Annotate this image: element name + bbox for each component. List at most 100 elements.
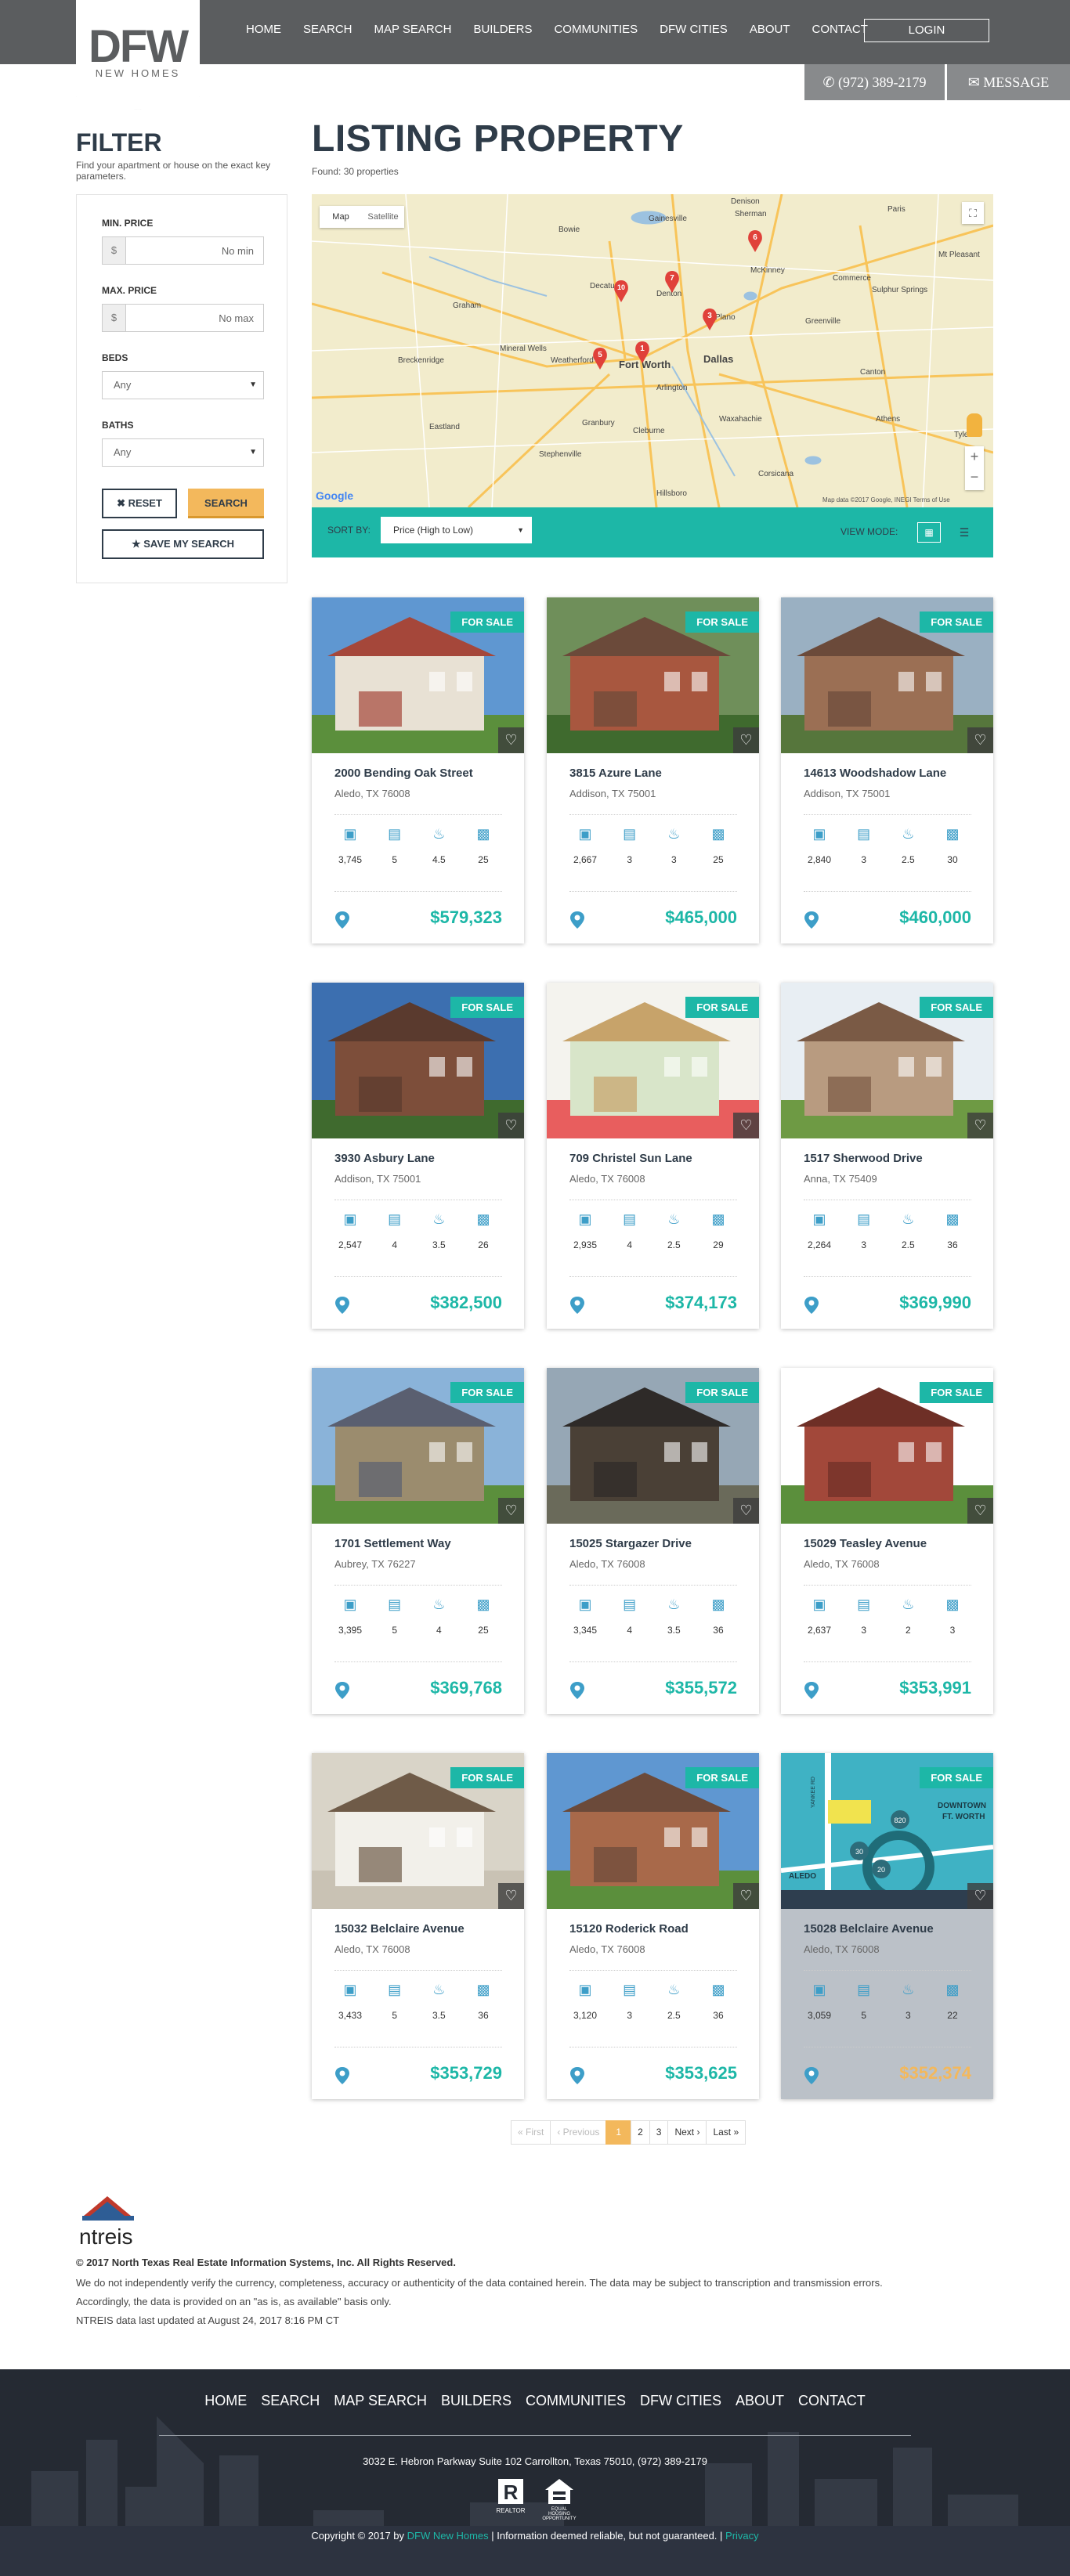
property-card[interactable]: 820 20 30 DOWNTOWN FT. WORTH ALEDO YANKE… xyxy=(781,1753,993,2099)
message-button[interactable]: ✉ MESSAGE xyxy=(947,64,1070,100)
site-logo[interactable]: DFW NEW HOMES xyxy=(76,0,200,110)
baths-select[interactable]: Any ▼ xyxy=(102,438,264,467)
zoom-in-icon[interactable]: + xyxy=(965,446,984,467)
map-pin-icon[interactable] xyxy=(569,2066,585,2085)
page-last[interactable]: Last » xyxy=(706,2120,746,2145)
property-address[interactable]: 15032 Belclaire Avenue xyxy=(334,1922,465,1936)
map-pin-icon[interactable] xyxy=(334,1681,350,1700)
property-card[interactable]: FOR SALE ♡ 709 Christel Sun Lane Aledo, TX … xyxy=(547,983,759,1329)
map-pin-icon[interactable] xyxy=(334,1296,350,1315)
privacy-link[interactable]: Privacy xyxy=(725,2530,759,2542)
heart-icon[interactable]: ♡ xyxy=(498,727,524,753)
map-pin-icon[interactable] xyxy=(334,911,350,929)
property-address[interactable]: 3815 Azure Lane xyxy=(569,767,662,780)
map-credit[interactable]: Map data ©2017 Google, INEGI Terms of Us… xyxy=(822,496,950,503)
map-city: Arlington xyxy=(656,384,687,392)
property-address[interactable]: 1517 Sherwood Drive xyxy=(804,1152,923,1165)
map-pin-icon[interactable] xyxy=(804,1296,819,1315)
heart-icon[interactable]: ♡ xyxy=(733,1883,759,1909)
property-card[interactable]: FOR SALE ♡ 2000 Bending Oak Street Aledo, T… xyxy=(312,597,524,943)
zoom-control[interactable]: + − xyxy=(965,446,984,490)
heart-icon[interactable]: ♡ xyxy=(498,1113,524,1138)
property-address[interactable]: 15029 Teasley Avenue xyxy=(804,1537,927,1550)
heart-icon[interactable]: ♡ xyxy=(733,1498,759,1524)
heart-icon[interactable]: ♡ xyxy=(967,1113,993,1138)
page-first[interactable]: « First xyxy=(511,2120,551,2145)
property-address[interactable]: 15120 Roderick Road xyxy=(569,1922,689,1936)
page-previous[interactable]: ‹ Previous xyxy=(550,2120,607,2145)
footer-nav-builders[interactable]: BUILDERS xyxy=(434,2393,519,2409)
property-card[interactable]: FOR SALE ♡ 15025 Stargazer Drive Aledo, TX … xyxy=(547,1368,759,1714)
nav-dfw-cities[interactable]: DFW CITIES xyxy=(649,23,739,36)
min-price-input[interactable]: $ No min xyxy=(102,236,264,265)
property-address[interactable]: 2000 Bending Oak Street xyxy=(334,767,473,780)
map-pin-icon[interactable] xyxy=(569,911,585,929)
save-search-button[interactable]: ★ SAVE MY SEARCH xyxy=(102,529,264,559)
footer-nav-map-search[interactable]: MAP SEARCH xyxy=(327,2393,434,2409)
footer-nav-search[interactable]: SEARCH xyxy=(254,2393,327,2409)
grid-view-icon[interactable]: ▦ xyxy=(917,522,941,543)
property-address[interactable]: 3930 Asbury Lane xyxy=(334,1152,435,1165)
heart-icon[interactable]: ♡ xyxy=(498,1498,524,1524)
map-pin-icon[interactable] xyxy=(804,1681,819,1700)
property-card[interactable]: FOR SALE ♡ 15032 Belclaire Avenue Aledo, TX… xyxy=(312,1753,524,2099)
property-card[interactable]: FOR SALE ♡ 3815 Azure Lane Addison, TX 7500… xyxy=(547,597,759,943)
page-2[interactable]: 2 xyxy=(631,2120,650,2145)
map-tab[interactable]: Map xyxy=(320,206,362,228)
pegman-icon[interactable] xyxy=(967,413,982,437)
phone-button[interactable]: ✆ (972) 389-2179 xyxy=(804,64,945,100)
map-pin-icon[interactable] xyxy=(804,911,819,929)
property-card[interactable]: FOR SALE ♡ 1701 Settlement Way Aubrey, TX 7… xyxy=(312,1368,524,1714)
heart-icon[interactable]: ♡ xyxy=(733,1113,759,1138)
property-address[interactable]: 15025 Stargazer Drive xyxy=(569,1537,692,1550)
map-pin-icon[interactable] xyxy=(334,2066,350,2085)
list-view-icon[interactable]: ☰ xyxy=(954,522,974,543)
heart-icon[interactable]: ♡ xyxy=(967,1498,993,1524)
nav-about[interactable]: ABOUT xyxy=(739,23,801,36)
beds-select[interactable]: Any ▼ xyxy=(102,371,264,399)
search-button[interactable]: SEARCH xyxy=(188,489,264,518)
map-pin-icon[interactable] xyxy=(804,2066,819,2085)
max-price-input[interactable]: $ No max xyxy=(102,304,264,332)
fullscreen-icon[interactable]: ⛶ xyxy=(962,202,984,224)
footer-nav-communities[interactable]: COMMUNITIES xyxy=(519,2393,633,2409)
property-card[interactable]: FOR SALE ♡ 14613 Woodshadow Lane Addison, T… xyxy=(781,597,993,943)
heart-icon[interactable]: ♡ xyxy=(733,727,759,753)
satellite-tab[interactable]: Satellite xyxy=(362,206,404,228)
page-next[interactable]: Next › xyxy=(667,2120,707,2145)
property-address[interactable]: 1701 Settlement Way xyxy=(334,1537,451,1550)
footer-nav-home[interactable]: HOME xyxy=(197,2393,254,2409)
login-button[interactable]: LOGIN xyxy=(864,19,989,42)
sort-select[interactable]: Price (High to Low) ▼ xyxy=(381,517,532,543)
nav-builders[interactable]: BUILDERS xyxy=(462,23,543,36)
reset-button[interactable]: ✖ RESET xyxy=(102,489,177,518)
zoom-out-icon[interactable]: − xyxy=(965,467,984,487)
property-card[interactable]: FOR SALE ♡ 15029 Teasley Avenue Aledo, TX 7… xyxy=(781,1368,993,1714)
heart-icon[interactable]: ♡ xyxy=(967,727,993,753)
property-card[interactable]: FOR SALE ♡ 1517 Sherwood Drive Anna, TX 754… xyxy=(781,983,993,1329)
footer-nav-about[interactable]: ABOUT xyxy=(728,2393,791,2409)
footer-nav-dfw-cities[interactable]: DFW CITIES xyxy=(633,2393,728,2409)
property-address[interactable]: 14613 Woodshadow Lane xyxy=(804,767,946,780)
nav-search[interactable]: SEARCH xyxy=(292,23,363,36)
property-features: ▣ 2,547 ▤ 4 ♨ 3.5 ▩ 26 xyxy=(334,1210,499,1250)
map-marker[interactable]: 5 xyxy=(593,348,607,370)
heart-icon[interactable]: ♡ xyxy=(967,1883,993,1909)
page-1[interactable]: 1 xyxy=(605,2120,632,2145)
brand-link[interactable]: DFW New Homes xyxy=(407,2530,489,2542)
nav-map-search[interactable]: MAP SEARCH xyxy=(363,23,463,36)
footer-nav-contact[interactable]: CONTACT xyxy=(791,2393,873,2409)
map-marker[interactable]: 6 xyxy=(748,230,762,252)
footer-copyright: Copyright © 2017 by DFW New Homes | Info… xyxy=(0,2530,1070,2542)
page-3[interactable]: 3 xyxy=(649,2120,669,2145)
map-pin-icon[interactable] xyxy=(569,1681,585,1700)
property-card[interactable]: FOR SALE ♡ 3930 Asbury Lane Addison, TX 750… xyxy=(312,983,524,1329)
property-map[interactable]: Denison Sherman Paris Gainesville Bowie … xyxy=(312,194,993,507)
heart-icon[interactable]: ♡ xyxy=(498,1883,524,1909)
property-address[interactable]: 709 Christel Sun Lane xyxy=(569,1152,692,1165)
property-address[interactable]: 15028 Belclaire Avenue xyxy=(804,1922,934,1936)
nav-home[interactable]: HOME xyxy=(235,23,292,36)
map-pin-icon[interactable] xyxy=(569,1296,585,1315)
property-card[interactable]: FOR SALE ♡ 15120 Roderick Road Aledo, TX 76… xyxy=(547,1753,759,2099)
nav-communities[interactable]: COMMUNITIES xyxy=(543,23,649,36)
